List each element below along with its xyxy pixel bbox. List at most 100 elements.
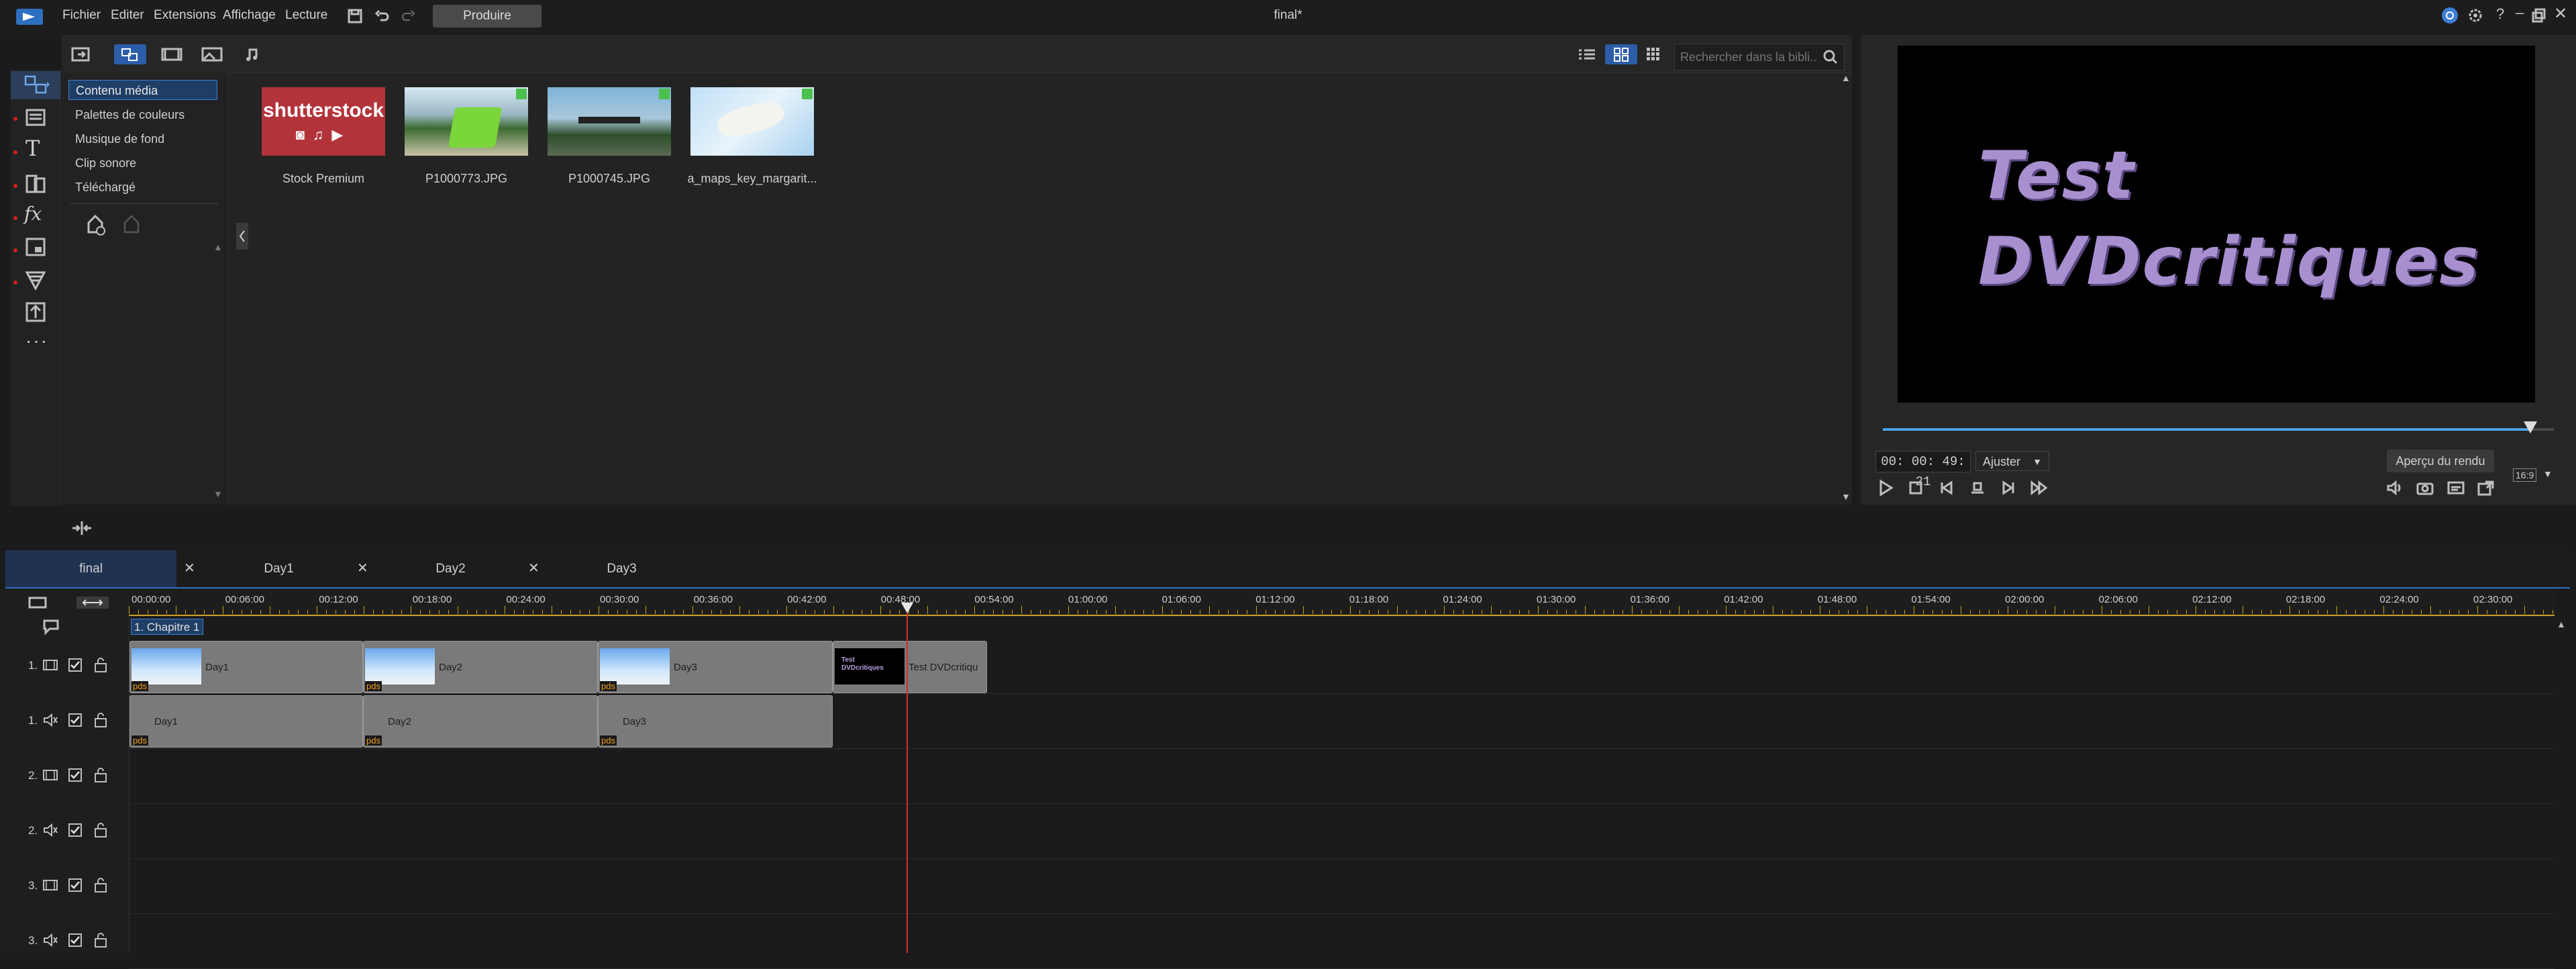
ruler-tick — [1669, 610, 1670, 614]
menu-fichier[interactable]: Fichier — [62, 8, 101, 23]
track-enable-checkbox[interactable] — [67, 877, 83, 893]
collapse-panel-icon[interactable] — [236, 223, 248, 250]
menu-extensions[interactable]: Extensions — [154, 8, 216, 23]
undo-icon[interactable] — [374, 8, 390, 24]
timecode-display[interactable]: 00: 00: 49: 21 — [1875, 451, 1971, 489]
menu-lecture[interactable]: Lecture — [285, 8, 327, 23]
audio-clip-day2[interactable]: Day2 pds — [363, 695, 598, 748]
render-preview-button[interactable]: Aperçu du rendu — [2387, 450, 2494, 472]
ratio-dropdown-arrow[interactable]: ▼ — [2543, 468, 2553, 479]
track-enable-checkbox[interactable] — [67, 767, 83, 783]
tab-day3[interactable]: Day3 — [536, 550, 707, 587]
tab-day2[interactable]: Day2 — [365, 550, 536, 587]
track-lock-icon[interactable] — [93, 821, 109, 839]
aspect-ratio-label[interactable]: 16:9 — [2513, 468, 2537, 482]
particle-room-icon[interactable] — [23, 267, 48, 293]
video-clip-day2[interactable]: Day2 pds — [363, 641, 598, 693]
snapshot-frame-icon[interactable] — [1967, 478, 1988, 498]
produce-button[interactable]: Produire — [433, 5, 542, 28]
filter-image-icon[interactable] — [196, 44, 228, 64]
minimize-icon[interactable]: – — [2516, 4, 2524, 21]
tab-final[interactable]: final — [5, 550, 176, 587]
ruler-tick — [702, 610, 703, 614]
fit-timeline-icon[interactable] — [70, 520, 94, 536]
settings-gear-icon[interactable] — [2467, 7, 2484, 24]
transition-room-icon[interactable] — [23, 172, 48, 197]
effect-room-icon[interactable]: fx — [24, 203, 42, 225]
chapter-room-icon[interactable] — [23, 299, 48, 325]
storyboard-view-icon[interactable] — [25, 595, 50, 610]
title-room-icon[interactable]: T — [25, 136, 40, 161]
track-enable-checkbox[interactable] — [67, 932, 83, 948]
previous-frame-icon[interactable] — [1937, 478, 1957, 498]
grid-view-button[interactable] — [1605, 44, 1637, 64]
timeline-view-icon[interactable] — [74, 595, 111, 610]
redo-icon[interactable] — [401, 8, 417, 24]
import-media-icon[interactable] — [70, 44, 93, 64]
camera-snapshot-icon[interactable] — [2415, 478, 2435, 498]
menu-affichage[interactable]: Affichage — [223, 8, 276, 23]
track-enable-checkbox[interactable] — [67, 822, 83, 838]
add-tag-icon[interactable] — [83, 213, 106, 236]
library-scroll-up[interactable]: ▲ — [1841, 72, 1851, 83]
zoom-select[interactable]: Ajuster ▼ — [1975, 451, 2049, 471]
next-frame-icon[interactable] — [1998, 478, 2018, 498]
ruler-tick — [1397, 606, 1398, 614]
library-scroll-down[interactable]: ▼ — [1841, 491, 1851, 502]
timeline-ruler[interactable]: 00:00:00 00:06:00 00:12:00 00:18:00 00:24:00… — [129, 589, 2555, 617]
track-lock-icon[interactable] — [93, 711, 109, 729]
help-icon[interactable]: ? — [2496, 5, 2504, 23]
timeline-scroll-up[interactable]: ▲ — [2557, 619, 2566, 629]
ruler-tick — [1228, 610, 1229, 614]
small-icons-view-icon[interactable] — [1640, 44, 1667, 64]
close-icon[interactable]: ✕ — [2554, 4, 2567, 23]
account-icon[interactable] — [2441, 7, 2459, 24]
audio-clip-day1[interactable]: Day1 pds — [130, 695, 363, 748]
category-color-boards[interactable]: Palettes de couleurs — [68, 105, 217, 125]
track-enable-checkbox[interactable] — [67, 712, 83, 728]
media-room-icon[interactable] — [23, 72, 50, 99]
category-sound-clips[interactable]: Clip sonore — [68, 153, 217, 173]
search-icon[interactable] — [1822, 49, 1839, 65]
play-icon[interactable] — [1875, 478, 1896, 498]
track-row-divider — [129, 693, 2555, 694]
track-lock-icon[interactable] — [93, 876, 109, 894]
restore-icon[interactable] — [2532, 8, 2546, 23]
undock-preview-icon[interactable] — [2476, 478, 2496, 498]
library-search-input[interactable] — [1679, 44, 1819, 70]
video-clip-day1[interactable]: Day1 pds — [130, 641, 363, 693]
stop-icon[interactable] — [1906, 478, 1926, 498]
scroll-up-arrow[interactable]: ▲ — [213, 242, 223, 252]
audio-clip-day3[interactable]: Day3 pds — [598, 695, 833, 748]
subtitle-toggle-icon[interactable] — [2446, 478, 2466, 498]
volume-icon[interactable] — [2384, 478, 2404, 498]
track-enable-checkbox[interactable] — [67, 657, 83, 673]
chapter-marker[interactable]: 1. Chapitre 1 — [131, 619, 203, 635]
playhead-handle[interactable] — [901, 603, 913, 613]
playhead-line[interactable] — [907, 604, 908, 953]
track-lock-icon[interactable] — [93, 766, 109, 784]
category-background-music[interactable]: Musique de fond — [68, 129, 217, 149]
track-row-divider — [129, 803, 2555, 804]
save-icon[interactable] — [347, 8, 363, 24]
more-rooms-icon[interactable]: ··· — [25, 330, 48, 352]
pip-room-icon[interactable] — [23, 235, 48, 260]
filter-all-media-button[interactable] — [114, 44, 146, 64]
ruler-tick — [2524, 606, 2525, 614]
filter-video-icon[interactable] — [156, 44, 188, 64]
category-downloaded[interactable]: Téléchargé — [68, 177, 217, 197]
track-lock-icon[interactable] — [93, 656, 109, 674]
remove-tag-icon[interactable] — [119, 213, 142, 236]
fast-forward-icon[interactable] — [2029, 478, 2049, 498]
preview-scrub-handle[interactable] — [2524, 421, 2537, 434]
tab-day1[interactable]: Day1 — [193, 550, 364, 587]
list-view-icon[interactable] — [1571, 44, 1603, 64]
category-media-content[interactable]: Contenu média — [68, 80, 217, 100]
video-clip-title[interactable]: Test DVDcritiques Test DVDcritiqu — [833, 641, 987, 693]
menu-editer[interactable]: Editer — [111, 8, 144, 23]
filter-audio-icon[interactable] — [236, 44, 268, 64]
track-lock-icon[interactable] — [93, 931, 109, 949]
scroll-down-arrow[interactable]: ▼ — [213, 489, 223, 499]
video-clip-day3[interactable]: Day3 pds — [598, 641, 833, 693]
fx-template-room-icon[interactable] — [23, 106, 48, 132]
